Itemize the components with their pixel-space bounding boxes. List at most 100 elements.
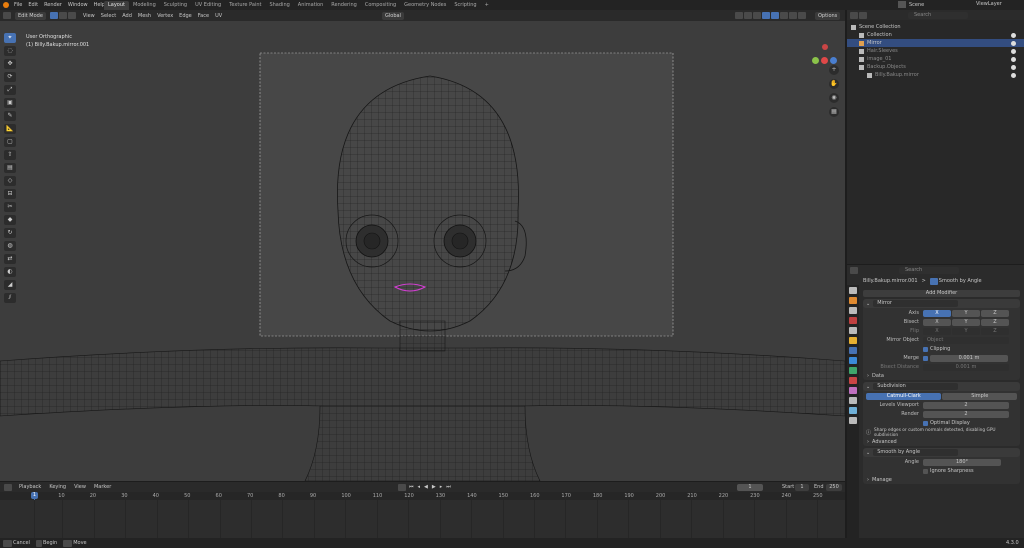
outliner-item[interactable]: image_01: [847, 55, 1024, 63]
material-properties-icon[interactable]: [849, 417, 857, 424]
pan-hand-icon[interactable]: ✋: [829, 79, 839, 89]
render-levels-field[interactable]: 2: [923, 410, 1009, 418]
collapse-icon[interactable]: ⌄: [866, 384, 870, 390]
wireframe-shading-icon[interactable]: [771, 12, 779, 19]
add-modifier-button[interactable]: Add Modifier: [863, 290, 1020, 297]
z-axis-icon[interactable]: [822, 44, 828, 50]
catmull-clark-toggle[interactable]: Catmull-Clark: [866, 392, 942, 400]
scene-properties-icon[interactable]: [849, 327, 857, 334]
annotate-tool-icon[interactable]: ✎: [4, 111, 16, 121]
edge-slide-tool-icon[interactable]: ⇄: [4, 254, 16, 264]
edge-select-icon[interactable]: [58, 12, 67, 19]
bevel-tool-icon[interactable]: ◇: [4, 176, 16, 186]
zoom-icon[interactable]: +: [829, 65, 839, 75]
simple-toggle[interactable]: Simple: [942, 392, 1017, 400]
menu-window[interactable]: Window: [68, 2, 88, 8]
output-properties-icon[interactable]: [849, 307, 857, 314]
shear-tool-icon[interactable]: ◢: [4, 280, 16, 290]
visibility-eye-icon[interactable]: [1011, 72, 1016, 78]
poly-build-tool-icon[interactable]: ◆: [4, 215, 16, 225]
rip-tool-icon[interactable]: ⫽: [4, 293, 16, 303]
manage-subpanel[interactable]: Manage: [872, 477, 892, 483]
collapse-icon[interactable]: ⌄: [866, 301, 870, 307]
overlay-icon[interactable]: [753, 12, 761, 19]
add-cube-tool-icon[interactable]: ▢: [4, 137, 16, 147]
menu-mesh[interactable]: Mesh: [138, 13, 151, 19]
add-workspace-button[interactable]: +: [481, 1, 493, 10]
collapse-icon[interactable]: ⌄: [866, 450, 870, 456]
outliner-item[interactable]: Scene Collection: [847, 23, 1024, 31]
knife-tool-icon[interactable]: ✂: [4, 202, 16, 212]
ignore-sharpness-checkbox[interactable]: [923, 468, 928, 474]
y-axis-icon[interactable]: [812, 57, 819, 64]
tab-geometry-nodes[interactable]: Geometry Nodes: [400, 1, 450, 10]
data-properties-icon[interactable]: [849, 407, 857, 414]
bisect-x-toggle[interactable]: X: [923, 318, 951, 326]
render-properties-icon[interactable]: [849, 297, 857, 304]
playback-menu[interactable]: Playback: [19, 484, 41, 490]
marker-menu[interactable]: Marker: [94, 484, 111, 490]
smooth-tool-icon[interactable]: ◍: [4, 241, 16, 251]
visibility-eye-icon[interactable]: [1011, 56, 1016, 62]
particles-properties-icon[interactable]: [849, 377, 857, 384]
options-dropdown[interactable]: Options: [815, 11, 841, 20]
perspective-grid-icon[interactable]: ▦: [829, 107, 839, 117]
bisect-distance-field[interactable]: 0.001 m: [923, 363, 1009, 371]
play-reverse-icon[interactable]: ◀: [424, 484, 428, 490]
x-axis-icon[interactable]: [821, 57, 828, 64]
object-properties-icon[interactable]: [849, 357, 857, 364]
menu-face[interactable]: Face: [198, 13, 209, 19]
outliner-item[interactable]: Billy.Bakup.mirror: [847, 71, 1024, 79]
menu-select[interactable]: Select: [101, 13, 116, 19]
world-properties-icon[interactable]: [849, 337, 857, 344]
xray-icon[interactable]: [762, 12, 770, 19]
gizmo-icon[interactable]: [744, 12, 752, 19]
outliner-item[interactable]: Backup.Objects: [847, 63, 1024, 71]
3d-viewport[interactable]: User Orthographic (1) Billy.Bakup.mirror…: [0, 21, 845, 481]
tab-modeling[interactable]: Modeling: [129, 1, 160, 10]
data-expand-icon[interactable]: ›: [867, 373, 869, 379]
mirror-object-field[interactable]: Object: [923, 336, 1009, 344]
mode-selector[interactable]: Edit Mode: [15, 11, 46, 20]
prev-key-icon[interactable]: ◂: [418, 484, 421, 490]
angle-field[interactable]: 180°: [923, 458, 1001, 466]
manage-expand-icon[interactable]: ›: [867, 477, 869, 483]
advanced-subpanel[interactable]: Advanced: [872, 439, 897, 445]
tab-texture-paint[interactable]: Texture Paint: [225, 1, 265, 10]
cursor-tool-icon[interactable]: ⌖: [4, 33, 16, 43]
visibility-eye-icon[interactable]: [1011, 48, 1016, 54]
menu-edit[interactable]: Edit: [28, 2, 38, 8]
menu-edge[interactable]: Edge: [179, 13, 192, 19]
subdivision-name-field[interactable]: Subdivision: [873, 383, 959, 390]
shrink-tool-icon[interactable]: ◐: [4, 267, 16, 277]
jump-start-icon[interactable]: ⏮: [409, 484, 414, 490]
camera-view-icon[interactable]: ◉: [829, 93, 839, 103]
flip-y-toggle[interactable]: Y: [952, 327, 980, 335]
vertex-select-icon[interactable]: [49, 12, 58, 19]
material-shading-icon[interactable]: [789, 12, 797, 19]
tab-scripting[interactable]: Scripting: [450, 1, 480, 10]
display-mode-icon[interactable]: [859, 11, 867, 19]
end-frame-field[interactable]: 250: [826, 483, 842, 491]
scale-tool-icon[interactable]: ⤢: [4, 85, 16, 95]
optimal-display-checkbox[interactable]: [923, 420, 928, 426]
advanced-expand-icon[interactable]: ›: [867, 439, 869, 445]
properties-search[interactable]: Search: [899, 266, 959, 274]
modifiers-properties-icon[interactable]: [849, 367, 857, 374]
outliner-search[interactable]: Search: [908, 11, 968, 19]
menu-uv[interactable]: UV: [215, 13, 222, 19]
menu-file[interactable]: File: [14, 2, 22, 8]
merge-distance-field[interactable]: 0.001 m: [930, 354, 1008, 362]
bisect-z-toggle[interactable]: Z: [981, 318, 1009, 326]
spin-tool-icon[interactable]: ↻: [4, 228, 16, 238]
face-select-icon[interactable]: [67, 12, 76, 19]
tab-sculpting[interactable]: Sculpting: [160, 1, 191, 10]
flip-x-toggle[interactable]: X: [923, 327, 951, 335]
mesh-wireframe[interactable]: [0, 21, 845, 481]
rotate-tool-icon[interactable]: ⟳: [4, 72, 16, 82]
tab-shading[interactable]: Shading: [265, 1, 293, 10]
menu-view[interactable]: View: [83, 13, 95, 19]
merge-checkbox[interactable]: [923, 355, 928, 361]
collection-properties-icon[interactable]: [849, 347, 857, 354]
jump-end-icon[interactable]: ⏭: [446, 484, 451, 490]
